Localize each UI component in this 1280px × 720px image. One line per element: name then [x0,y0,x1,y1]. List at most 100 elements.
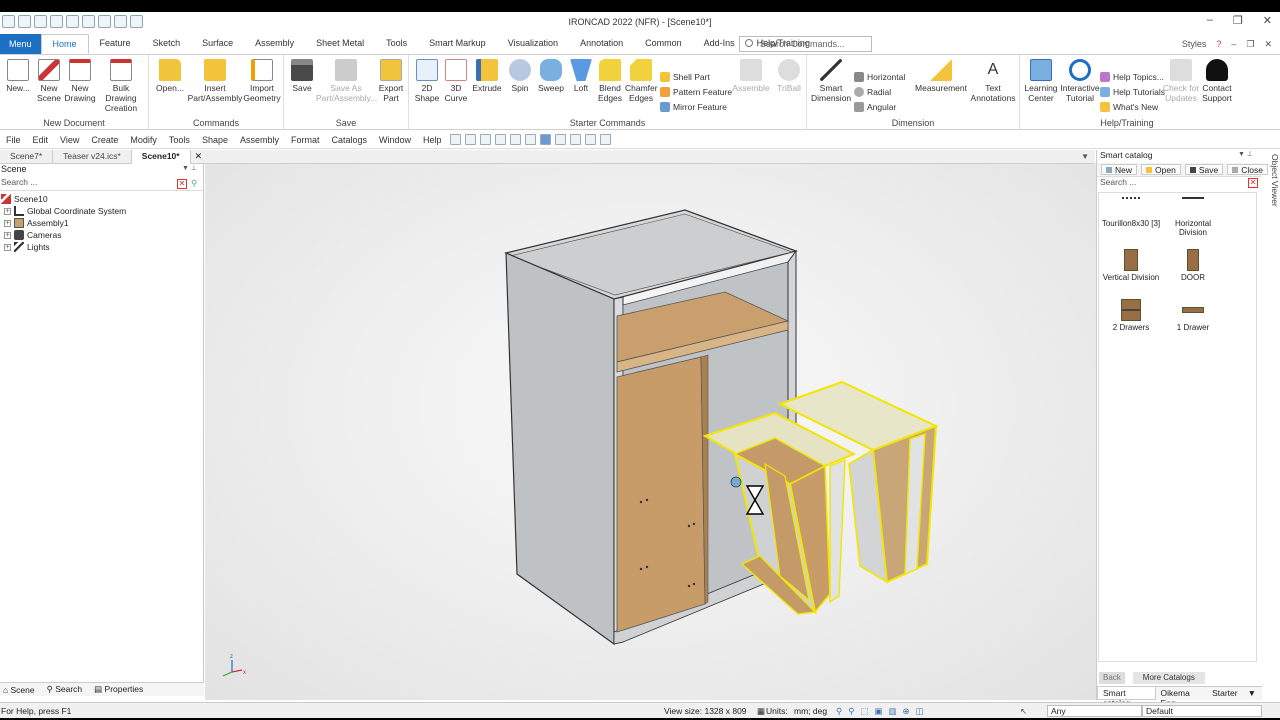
text-annotations-button[interactable]: A Text Annotations [969,59,1017,103]
select-cursor-icon[interactable]: ↖ [1020,706,1027,717]
check-updates-button[interactable]: Check for Updates [1162,59,1200,103]
radial-dimension-button[interactable]: Radial [854,87,891,97]
menu-edit[interactable]: Edit [27,135,55,145]
restore-button[interactable]: ❐ [1233,14,1243,27]
more-catalogs-button[interactable]: More Catalogs [1132,672,1205,684]
doc-tab-scene10[interactable]: Scene10* [131,149,191,164]
menu-file[interactable]: File [0,135,27,145]
save-as-button[interactable]: Save As Part/Assembly... [316,59,377,103]
doc-tab-teaser[interactable]: Teaser v24.ics* [53,149,132,164]
open-button[interactable]: Open... [155,59,185,93]
chamfer-edges-button[interactable]: Chamfer Edges [625,59,658,103]
view-cube-icon[interactable] [554,134,566,145]
command-search-input[interactable]: Search Commands... [739,36,872,52]
tab-sketch[interactable]: Sketch [142,34,192,54]
tab-feature[interactable]: Feature [89,34,142,54]
menu-view[interactable]: View [54,135,85,145]
loft-button[interactable]: Loft [567,59,595,93]
catalog-item-2-drawers[interactable]: 2 Drawers [1100,299,1162,332]
whats-new-button[interactable]: What's New [1100,102,1158,112]
menu-modify[interactable]: Modify [124,135,163,145]
doc-tab-scene7[interactable]: Scene7* [0,149,54,164]
help-icon[interactable]: ? [1216,39,1221,50]
tab-add-ins[interactable]: Add-Ins [693,34,746,54]
view-icon[interactable] [569,134,581,145]
pin-icon[interactable]: ▼ ⊥ [182,164,203,177]
tab-tools[interactable]: Tools [375,34,418,54]
properties-tab[interactable]: ▤ Properties [94,684,143,695]
triball-button[interactable]: TriBall [775,59,803,93]
help-topics-button[interactable]: Help Topics... [1100,72,1164,82]
3d-curve-button[interactable]: 3D Curve [443,59,469,103]
catalog-item-horizontal-division[interactable]: Horizontal Division [1162,195,1224,237]
selection-filter-select[interactable]: Any [1047,705,1142,717]
ribbon-restore-icon[interactable]: ❐ [1246,39,1254,50]
catalog-save-button[interactable]: Save [1184,164,1224,175]
menu-assembly[interactable]: Assembly [234,135,285,145]
interactive-tutorial-button[interactable]: Interactive Tutorial [1060,59,1100,103]
tab-menu[interactable]: Menu [0,34,41,54]
catalog-item-vertical-division[interactable]: Vertical Division [1100,249,1162,282]
scene-search-input[interactable]: Search ... ✕ ⚲ [0,177,203,191]
smart-dimension-button[interactable]: Smart Dimension [811,59,851,103]
tree-icon[interactable] [479,134,491,145]
tree-icon[interactable] [494,134,506,145]
bulk-drawing-button[interactable]: Bulk Drawing Creation [96,59,146,113]
2d-shape-button[interactable]: 2D Shape [414,59,440,103]
new-scene-button[interactable]: New Scene [36,59,62,103]
catalog-open-button[interactable]: Open [1141,164,1181,175]
measurement-button[interactable]: Measurement [913,59,969,93]
learning-center-button[interactable]: Learning Center [1023,59,1059,103]
view-tools-icons[interactable]: ⚲⚲⬚▣▥⊕◫ [836,706,930,717]
tab-smart-markup[interactable]: Smart Markup [418,34,497,54]
catalog-item-tourillon[interactable]: Tourillon8x30 [3] [1100,195,1162,228]
catalog-tab-smart[interactable]: Smart catalog [1097,687,1156,708]
zoom-icon[interactable] [524,134,536,145]
menu-shape[interactable]: Shape [196,135,234,145]
catalog-new-button[interactable]: New [1101,164,1138,175]
expand-icon[interactable]: + [4,231,11,239]
scene-tab[interactable]: ⌂ Scene [3,685,35,695]
spin-button[interactable]: Spin [507,59,533,93]
units-value[interactable]: mm; deg [794,706,827,716]
ribbon-minimize-icon[interactable]: – [1231,39,1236,50]
tab-home[interactable]: Home [40,34,89,54]
clear-catalog-search-icon[interactable]: ✕ [1248,178,1258,188]
tab-visualization[interactable]: Visualization [497,34,569,54]
catalog-pin-icon[interactable]: ▼ ⊥ [1238,150,1253,163]
view-icon[interactable] [584,134,596,145]
insert-part-button[interactable]: Insert Part/Assembly [187,59,243,103]
horizontal-dimension-button[interactable]: Horizontal [854,72,905,82]
blend-edges-button[interactable]: Blend Edges [596,59,624,103]
tab-assembly[interactable]: Assembly [244,34,305,54]
catalog-item-1-drawer[interactable]: 1 Drawer [1162,299,1224,332]
tree-node-cameras[interactable]: + Cameras [0,229,203,241]
tab-surface[interactable]: Surface [191,34,244,54]
zoom-icon[interactable] [509,134,521,145]
save-button[interactable]: Save [289,59,315,93]
tree-node-lights[interactable]: + Lights [0,241,203,253]
menu-window[interactable]: Window [373,135,417,145]
tree-node-gcs[interactable]: + Global Coordinate System [0,205,203,217]
clear-search-icon[interactable]: ✕ [177,179,187,189]
catalog-tabs-dropdown-icon[interactable]: ▼ [1243,687,1262,700]
tree-node-scene10[interactable]: Scene10 [0,193,203,205]
catalog-tab-oikema[interactable]: Oikema Eng [1156,687,1208,708]
tree-node-assembly1[interactable]: + Assembly1 [0,217,203,229]
style-select[interactable]: Default [1142,705,1262,717]
expand-icon[interactable]: + [4,219,11,227]
catalog-tab-starter[interactable]: Starter [1207,687,1243,700]
expand-icon[interactable]: + [4,207,11,215]
mirror-feature-button[interactable]: Mirror Feature [660,102,727,112]
import-geometry-button[interactable]: Import Geometry [241,59,283,103]
help-tutorials-button[interactable]: Help Tutorials [1100,87,1165,97]
shell-part-button[interactable]: Shell Part [660,72,710,82]
catalog-search-input[interactable]: Search ... ✕ [1097,177,1261,190]
menu-format[interactable]: Format [285,135,326,145]
tabs-dropdown-icon[interactable]: ▼ [1081,152,1095,161]
grid-icon[interactable] [599,134,611,145]
filter-icon[interactable]: ⚲ [191,178,197,189]
3d-viewport[interactable]: z x [205,164,1096,700]
contact-support-button[interactable]: Contact Support [1200,59,1234,103]
expand-icon[interactable]: + [4,243,11,251]
